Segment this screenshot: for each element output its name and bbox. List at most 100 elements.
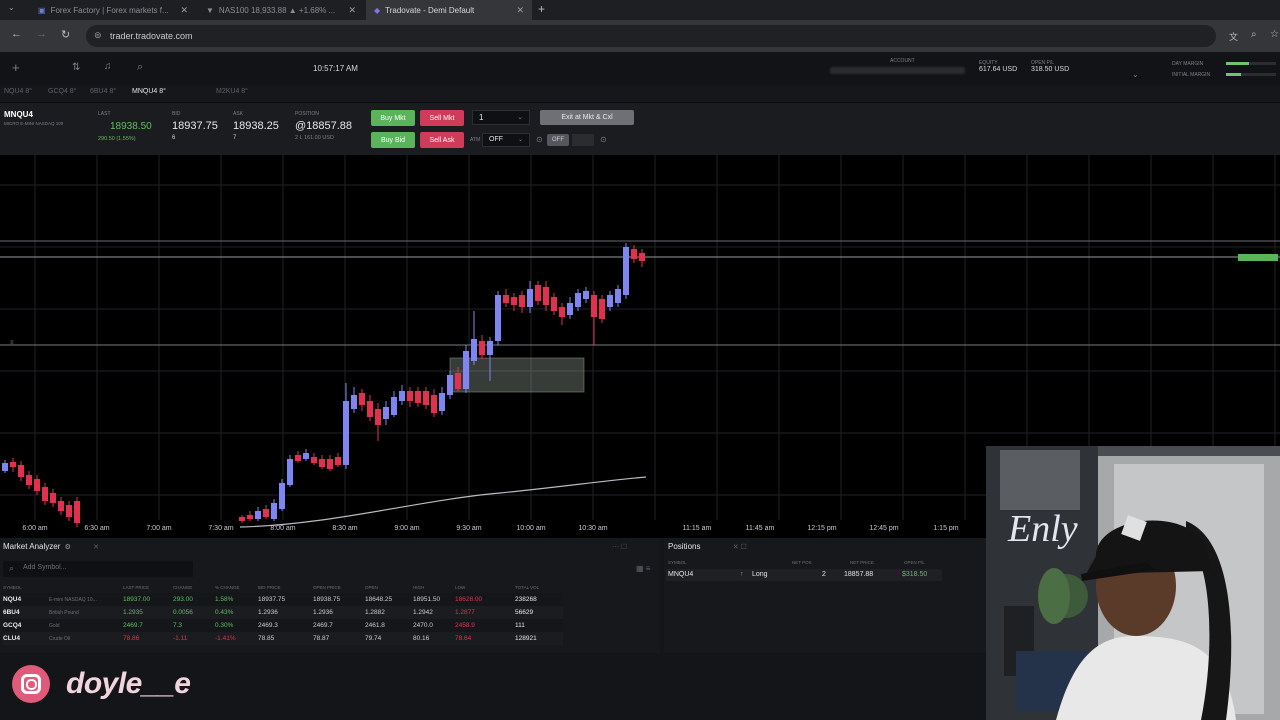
buy-bid-button[interactable]: Buy Bid — [371, 132, 415, 148]
candle-body — [58, 501, 64, 511]
column-header[interactable]: SYMBOL — [3, 585, 22, 590]
zoom-search-icon[interactable]: ⌕ — [1251, 29, 1257, 40]
order-symbol[interactable]: MNQU4 — [4, 110, 33, 119]
buy-mkt-button[interactable]: Buy Mkt — [371, 110, 415, 126]
browser-tab-forex-factory[interactable]: ▣ Forex Factory | Forex markets f... ✕ — [30, 0, 196, 20]
new-tab-icon[interactable]: + — [538, 2, 545, 16]
site-info-icon[interactable]: ⊜ — [94, 30, 102, 41]
add-symbol-placeholder: Add Symbol... — [23, 564, 67, 571]
market-analyzer-row[interactable]: CLU4 Crude Oil 78.86 -1.11 -1.41% 78.85 78.87 7… — [3, 632, 563, 645]
cell-bid: 2469.3 — [258, 622, 278, 629]
symbol-tab-nqu4[interactable]: NQU4 8° — [4, 88, 32, 95]
watermark-handle: doyle__e — [66, 667, 191, 700]
candle-body — [351, 395, 357, 409]
search-icon[interactable]: ⌕ — [137, 61, 143, 74]
settings-icon[interactable]: ⚙ — [65, 544, 71, 551]
reload-icon[interactable]: ↻ — [61, 28, 70, 41]
exit-all-button[interactable]: Exit at Mkt & Cxl — [540, 110, 634, 125]
sort-arrows-icon[interactable]: ⇅ — [72, 62, 80, 73]
candle-body — [66, 505, 72, 517]
cell-last: 18937.00 — [123, 596, 151, 603]
column-header[interactable]: OPEN P/L — [904, 560, 925, 565]
off-toggle[interactable]: OFF — [547, 134, 569, 146]
candle-body — [591, 295, 597, 317]
cell-o: 2461.8 — [365, 622, 385, 629]
position-detail: 2 L 161.00 USD — [295, 135, 334, 141]
brackets-input[interactable] — [572, 134, 594, 146]
forward-arrow-icon[interactable]: → — [36, 28, 47, 40]
column-header[interactable]: SYMBOL — [668, 560, 687, 565]
symbol-tab-6bu4[interactable]: 6BU4 8° — [90, 88, 116, 95]
close-panel-icon[interactable]: ✕ ☐ — [733, 544, 747, 551]
candle-body — [34, 479, 40, 491]
column-header[interactable]: TOTAL VOL — [515, 585, 539, 590]
tab-search-icon[interactable]: ⌄ — [8, 3, 15, 12]
column-header[interactable]: % CHANGE — [215, 585, 240, 590]
order-block-zone — [449, 357, 585, 393]
cell-chg: 293.00 — [173, 596, 193, 603]
position-row[interactable]: MNQU4 ↑ Long 2 18857.88 $318.50 — [666, 569, 942, 581]
column-header[interactable]: CHANGE — [173, 585, 192, 590]
browser-tab-nas100[interactable]: ▼ NAS100 18,933.88 ▲ +1.68% ... ✕ — [198, 0, 364, 20]
positions-panel — [664, 538, 986, 653]
close-tab-icon[interactable]: ✕ — [348, 5, 356, 16]
symbol-tab-gcq4[interactable]: GCQ4 8° — [48, 88, 76, 95]
account-panel[interactable]: ACCOUNT — [830, 58, 970, 80]
settings-icon[interactable]: ⊙ — [536, 135, 543, 144]
column-header[interactable]: LOW — [455, 585, 465, 590]
settings-icon[interactable]: ⊙ — [600, 135, 607, 144]
initial-margin-label: INITIAL MARGIN — [1172, 72, 1211, 78]
account-dropdown-icon[interactable]: ⌄ — [1132, 70, 1139, 79]
bell-icon[interactable]: ♫ — [104, 61, 112, 72]
back-arrow-icon[interactable]: ← — [11, 28, 22, 40]
cell-high: 18951.50 — [413, 596, 441, 603]
day-margin-fill — [1226, 62, 1249, 65]
panel-menu-icon[interactable]: ⋯ ☐ — [612, 543, 627, 551]
translate-icon[interactable]: 文 — [1229, 30, 1238, 43]
browser-tab-tradovate[interactable]: ◆ Tradovate - Demi Default ✕ — [366, 0, 532, 20]
market-analyzer-title[interactable]: Market Analyzer ⚙ ✕ — [3, 542, 99, 551]
webcam-video: Enly — [986, 446, 1280, 720]
add-icon[interactable]: + — [12, 60, 20, 75]
symbol-tabs-bar — [0, 86, 1280, 102]
close-tab-icon[interactable]: ✕ — [180, 5, 188, 16]
account-label: ACCOUNT — [890, 58, 915, 64]
candle-body — [487, 341, 493, 355]
bookmark-icon[interactable]: ☆ — [1270, 29, 1279, 40]
candle-body — [639, 253, 645, 261]
column-header[interactable]: OPEN — [365, 585, 378, 590]
column-header[interactable]: HIGH — [413, 585, 424, 590]
cell-high: 1.2942 — [413, 609, 433, 616]
column-header[interactable]: NET PRICE — [850, 560, 874, 565]
tab-favicon-icon: ▣ — [38, 5, 46, 15]
cell-open: 2469.7 — [313, 622, 333, 629]
market-analyzer-row[interactable]: 6BU4 British Pound 1.2935 0.0056 0.43% 1.2936… — [3, 606, 563, 619]
sell-mkt-button[interactable]: Sell Mkt — [420, 110, 464, 126]
close-tab-icon[interactable]: ✕ — [516, 5, 524, 16]
candle-body — [463, 351, 469, 389]
chevron-down-icon: ⌄ — [517, 137, 523, 143]
cell-bid: 18937.75 — [258, 596, 286, 603]
ask-price[interactable]: 18938.25 — [233, 120, 279, 132]
column-header[interactable]: NET POS — [792, 560, 812, 565]
candle-body — [26, 475, 32, 485]
column-header[interactable]: OPEN PRICE — [313, 585, 341, 590]
sell-ask-button[interactable]: Sell Ask — [420, 132, 464, 148]
grid-icon[interactable]: ▦ ≡ — [636, 564, 650, 573]
symbol-tab-m2ku4[interactable]: M2KU4 8° — [216, 88, 248, 95]
atm-select[interactable]: OFF ⌄ — [482, 133, 530, 147]
market-analyzer-row[interactable]: GCQ4 Gold 2469.7 7.3 0.30% 2469.3 2469.7 2461.8… — [3, 619, 563, 632]
candle-body — [615, 289, 621, 303]
symbol-tab-mnqu4[interactable]: MNQU4 8° — [132, 88, 166, 95]
url-input[interactable]: ⊜ trader.tradovate.com — [86, 25, 1216, 47]
cell-high: 80.16 — [413, 635, 430, 642]
column-header[interactable]: BID PRICE — [258, 585, 281, 590]
add-symbol-input[interactable]: ⌕ Add Symbol... — [3, 561, 193, 577]
candle-body — [543, 287, 549, 305]
market-analyzer-row[interactable]: NQU4 E-mini NASDAQ 10... 18937.00 293.00 1.5… — [3, 593, 563, 606]
bid-price[interactable]: 18937.75 — [172, 120, 218, 132]
quantity-select[interactable]: 1 ⌄ — [472, 110, 530, 125]
column-header[interactable]: LAST PRICE — [123, 585, 149, 590]
positions-title[interactable]: Positions ✕ ☐ — [668, 542, 747, 551]
close-panel-icon[interactable]: ✕ — [93, 544, 99, 551]
